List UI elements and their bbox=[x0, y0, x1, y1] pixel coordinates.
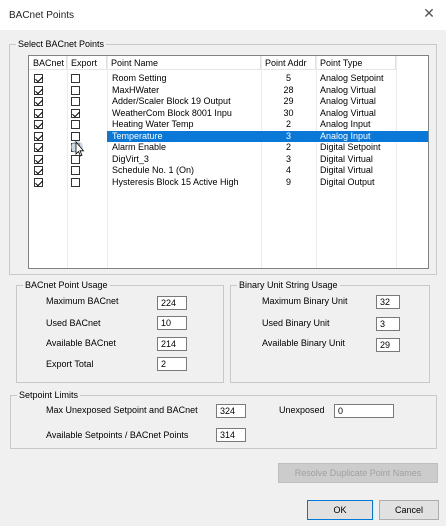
point-addr-cell: 3 bbox=[285, 130, 291, 141]
title-bar: BACnet Points ✕ bbox=[0, 0, 446, 30]
point-addr-cell: 30 bbox=[283, 107, 294, 118]
bacnet-usage-legend: BACnet Point Usage bbox=[23, 280, 110, 291]
table-row[interactable]: Hysteresis Block 15 Active High 9 Digital … bbox=[29, 176, 428, 188]
table-row[interactable]: Schedule No. 1 (On) 4 Digital Virtual bbox=[29, 165, 428, 176]
point-type-cell: Analog Virtual bbox=[320, 107, 376, 118]
point-addr-cell: 2 bbox=[285, 119, 291, 129]
used-bacnet-label: Used BACnet bbox=[46, 318, 101, 328]
used-binary-label: Used Binary Unit bbox=[262, 318, 330, 328]
table-row[interactable]: DigVirt_3 3 Digital Virtual bbox=[29, 153, 428, 165]
export-checkbox[interactable] bbox=[71, 120, 80, 129]
table-row[interactable]: Room Setting 5 Analog Setpoint bbox=[29, 73, 428, 84]
export-total-label: Export Total bbox=[46, 359, 94, 369]
bacnet-checkbox[interactable] bbox=[34, 143, 43, 152]
point-addr-cell: 4 bbox=[285, 165, 291, 175]
available-setpoints-label: Available Setpoints / BACnet Points bbox=[46, 430, 189, 440]
bacnet-checkbox[interactable] bbox=[34, 108, 43, 118]
table-row[interactable]: Adder/Scaler Block 19 Output 29 Analog Vir… bbox=[29, 96, 428, 107]
used-bacnet-field: 10 bbox=[157, 316, 187, 330]
max-unexposed-field: 324 bbox=[216, 404, 246, 418]
point-addr-cell: 2 bbox=[285, 142, 291, 152]
point-name-cell: Alarm Enable bbox=[112, 142, 167, 152]
max-bacnet-field: 224 bbox=[157, 296, 187, 310]
mouse-cursor-icon bbox=[71, 140, 85, 157]
point-type-cell: Analog Setpoint bbox=[320, 73, 384, 83]
bacnet-checkbox[interactable] bbox=[34, 74, 43, 83]
binary-usage-legend: Binary Unit String Usage bbox=[237, 280, 340, 291]
available-bacnet-label: Available BACnet bbox=[46, 338, 116, 348]
export-checkbox[interactable] bbox=[71, 166, 80, 175]
bacnet-checkbox[interactable] bbox=[34, 97, 43, 106]
point-type-cell: Analog Virtual bbox=[320, 84, 376, 95]
header-point-name[interactable]: Point Name bbox=[107, 56, 261, 70]
bacnet-checkbox[interactable] bbox=[34, 154, 43, 164]
available-bacnet-field: 214 bbox=[157, 337, 187, 351]
point-addr-cell: 9 bbox=[285, 176, 291, 187]
export-total-field: 2 bbox=[157, 357, 187, 371]
max-unexposed-label: Max Unexposed Setpoint and BACnet bbox=[46, 405, 198, 415]
point-name-cell: Adder/Scaler Block 19 Output bbox=[112, 96, 231, 106]
bacnet-checkbox[interactable] bbox=[34, 85, 43, 95]
point-addr-cell: 3 bbox=[285, 153, 291, 164]
unexposed-field: 0 bbox=[334, 404, 394, 418]
header-point-addr[interactable]: Point Addr bbox=[261, 56, 316, 70]
available-binary-label: Available Binary Unit bbox=[262, 338, 345, 348]
point-name-cell: Schedule No. 1 (On) bbox=[112, 165, 195, 175]
point-name-cell: MaxHWater bbox=[112, 84, 160, 95]
point-type-cell: Analog Virtual bbox=[320, 96, 376, 106]
header-bacnet[interactable]: BACnet bbox=[29, 56, 67, 70]
table-row[interactable]: WeatherCom Block 8001 Inpu 30 Analog Virtu… bbox=[29, 107, 428, 119]
max-binary-field: 32 bbox=[376, 295, 400, 309]
table-row[interactable]: Alarm Enable 2 Digital Setpoint bbox=[29, 142, 428, 153]
bacnet-checkbox[interactable] bbox=[34, 177, 43, 187]
list-header: BACnet Export Point Name Point Addr Poin… bbox=[29, 56, 428, 70]
point-type-cell: Analog Input bbox=[320, 130, 371, 141]
point-type-cell: Analog Input bbox=[320, 119, 371, 129]
point-type-cell: Digital Virtual bbox=[320, 165, 373, 175]
bacnet-checkbox[interactable] bbox=[34, 120, 43, 129]
point-addr-cell: 29 bbox=[283, 96, 294, 106]
export-checkbox[interactable] bbox=[71, 108, 80, 118]
cancel-button[interactable]: Cancel bbox=[379, 500, 439, 520]
max-bacnet-label: Maximum BACnet bbox=[46, 296, 119, 306]
point-name-cell: Hysteresis Block 15 Active High bbox=[112, 176, 239, 187]
resolve-duplicates-button[interactable]: Resolve Duplicate Point Names bbox=[278, 463, 438, 483]
table-row[interactable]: MaxHWater 28 Analog Virtual bbox=[29, 84, 428, 96]
point-name-cell: Room Setting bbox=[112, 73, 167, 83]
window-title: BACnet Points bbox=[9, 10, 75, 21]
point-type-cell: Digital Virtual bbox=[320, 153, 373, 164]
header-export[interactable]: Export bbox=[67, 56, 107, 70]
point-type-cell: Digital Output bbox=[320, 176, 375, 187]
available-setpoints-field: 314 bbox=[216, 428, 246, 442]
export-checkbox[interactable] bbox=[71, 85, 80, 95]
table-row[interactable]: Temperature 3 Analog Input bbox=[29, 130, 428, 142]
export-checkbox[interactable] bbox=[71, 177, 80, 187]
point-addr-cell: 5 bbox=[285, 73, 291, 83]
point-name-cell: Heating Water Temp bbox=[112, 119, 194, 129]
header-point-type[interactable]: Point Type bbox=[316, 56, 396, 70]
point-name-cell: Temperature bbox=[112, 130, 163, 141]
bacnet-checkbox[interactable] bbox=[34, 131, 43, 141]
point-type-cell: Digital Setpoint bbox=[320, 142, 381, 152]
max-binary-label: Maximum Binary Unit bbox=[262, 296, 348, 306]
unexposed-label: Unexposed bbox=[279, 405, 325, 415]
used-binary-field: 3 bbox=[376, 317, 400, 331]
table-row[interactable]: Heating Water Temp 2 Analog Input bbox=[29, 119, 428, 130]
point-name-cell: DigVirt_3 bbox=[112, 153, 149, 164]
point-name-cell: WeatherCom Block 8001 Inpu bbox=[112, 107, 232, 118]
bacnet-checkbox[interactable] bbox=[34, 166, 43, 175]
ok-button[interactable]: OK bbox=[307, 500, 373, 520]
available-binary-field: 29 bbox=[376, 338, 400, 352]
export-checkbox[interactable] bbox=[71, 74, 80, 83]
close-icon[interactable]: ✕ bbox=[420, 5, 438, 22]
point-addr-cell: 28 bbox=[283, 84, 294, 95]
select-points-legend: Select BACnet Points bbox=[16, 39, 107, 50]
points-list[interactable]: BACnet Export Point Name Point Addr Poin… bbox=[28, 55, 429, 269]
setpoint-limits-legend: Setpoint Limits bbox=[17, 390, 81, 401]
export-checkbox[interactable] bbox=[71, 97, 80, 106]
